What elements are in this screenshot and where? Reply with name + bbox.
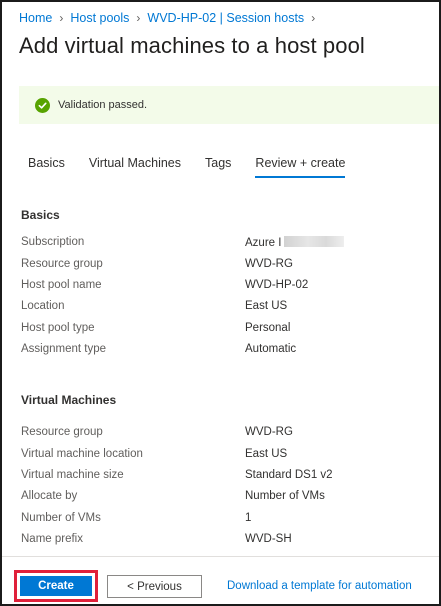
summary-row: Virtual machine size Standard DS1 v2 <box>21 469 431 481</box>
validation-banner: Validation passed. <box>19 86 439 124</box>
row-value: WVD-RG <box>245 258 293 270</box>
breadcrumb-home-link[interactable]: Home <box>19 11 52 25</box>
summary-row: Number of VMs 1 <box>21 512 431 524</box>
summary-row: Virtual machine location East US <box>21 448 431 460</box>
tab-basics[interactable]: Basics <box>28 156 65 178</box>
row-label: Resource group <box>21 426 103 438</box>
success-check-icon <box>35 97 50 113</box>
row-value: 1 <box>245 512 252 524</box>
chevron-right-icon: › <box>311 11 316 25</box>
summary-row: Assignment type Automatic <box>21 343 431 355</box>
row-label: Virtual machine size <box>21 469 124 481</box>
row-value: Number of VMs <box>245 490 325 502</box>
row-value: East US <box>245 300 288 312</box>
row-label: Allocate by <box>21 490 78 502</box>
chevron-right-icon: › <box>59 11 64 25</box>
row-label: Virtual machine location <box>21 448 143 460</box>
row-value: Azure I <box>245 236 345 249</box>
summary-row: Name prefix WVD-SH <box>21 533 431 545</box>
tab-virtual-machines[interactable]: Virtual Machines <box>89 156 181 178</box>
virtual-machines-section-heading: Virtual Machines <box>21 393 117 407</box>
tab-review-create[interactable]: Review + create <box>255 156 345 178</box>
row-label: Assignment type <box>21 343 107 355</box>
previous-button[interactable]: < Previous <box>107 575 202 598</box>
breadcrumb: Home › Host pools › WVD-HP-02 | Session … <box>19 11 322 25</box>
redacted-block <box>284 236 345 247</box>
summary-row: Location East US <box>21 300 431 312</box>
row-label: Location <box>21 300 65 312</box>
row-value: WVD-RG <box>245 426 293 438</box>
summary-row: Subscription Azure I <box>21 236 431 249</box>
download-template-link[interactable]: Download a template for automation <box>227 580 412 592</box>
tab-tags[interactable]: Tags <box>205 156 231 178</box>
summary-row: Allocate by Number of VMs <box>21 490 431 502</box>
summary-row: Resource group WVD-RG <box>21 258 431 270</box>
row-label: Host pool type <box>21 322 95 334</box>
row-value: Standard DS1 v2 <box>245 469 333 481</box>
row-label: Host pool name <box>21 279 102 291</box>
summary-row: Host pool name WVD-HP-02 <box>21 279 431 291</box>
wizard-tabs: Basics Virtual Machines Tags Review + cr… <box>28 156 369 178</box>
row-value: WVD-SH <box>245 533 292 545</box>
row-label: Resource group <box>21 258 103 270</box>
row-value: Automatic <box>245 343 297 355</box>
action-footer: Create < Previous Download a template fo… <box>2 556 439 604</box>
create-button[interactable]: Create <box>20 576 92 596</box>
row-label: Name prefix <box>21 533 83 545</box>
row-value: Personal <box>245 322 291 334</box>
breadcrumb-host-pools-link[interactable]: Host pools <box>70 11 129 25</box>
row-value: WVD-HP-02 <box>245 279 309 291</box>
basics-section-heading: Basics <box>21 208 60 222</box>
blade-frame: Home › Host pools › WVD-HP-02 | Session … <box>0 0 441 606</box>
row-value: East US <box>245 448 288 460</box>
summary-row: Resource group WVD-RG <box>21 426 431 438</box>
row-label: Number of VMs <box>21 512 101 524</box>
validation-message: Validation passed. <box>58 99 148 111</box>
create-button-highlight: Create <box>14 570 98 602</box>
row-label: Subscription <box>21 236 85 248</box>
breadcrumb-session-hosts-link[interactable]: WVD-HP-02 | Session hosts <box>147 11 304 25</box>
page-title: Add virtual machines to a host pool <box>19 33 365 58</box>
chevron-right-icon: › <box>136 11 141 25</box>
summary-row: Host pool type Personal <box>21 322 431 334</box>
